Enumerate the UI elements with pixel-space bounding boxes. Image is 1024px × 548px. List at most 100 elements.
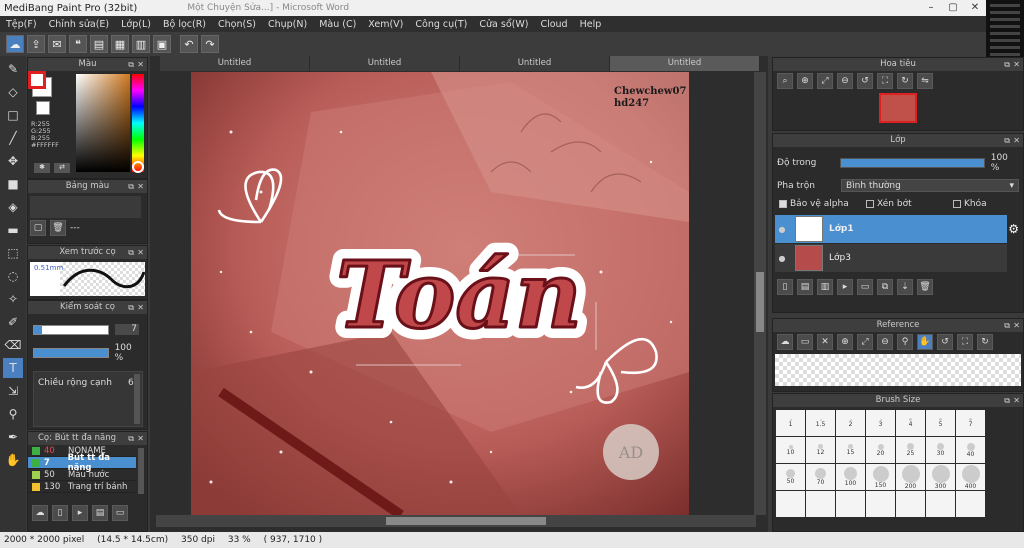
hand-tool-icon[interactable]: ✋	[3, 450, 23, 470]
brush-size-cell[interactable]: 300	[926, 464, 955, 490]
tab-untitled-4[interactable]: Untitled	[610, 56, 760, 71]
float-icon[interactable]: ⧉	[128, 432, 134, 445]
fit-icon[interactable]: ⤢	[857, 334, 873, 350]
horizontal-scroll-thumb[interactable]	[386, 517, 546, 525]
folder-icon[interactable]: ▭	[112, 505, 128, 521]
saturation-value-picker[interactable]	[76, 74, 130, 172]
float-icon[interactable]: ⧉	[128, 58, 134, 71]
menu-snap[interactable]: Chụp(N)	[262, 19, 313, 30]
tab-untitled-3[interactable]: Untitled	[460, 56, 610, 71]
speech-icon[interactable]: ❝	[69, 35, 87, 53]
brush-size-cell[interactable]: 12	[806, 437, 835, 463]
brush-size-cell[interactable]	[806, 491, 835, 517]
panel-icon[interactable]: ▦	[111, 35, 129, 53]
brush-list-scrollbar[interactable]	[138, 448, 144, 494]
rotate-right-icon[interactable]: ↻	[897, 73, 913, 89]
chat-icon[interactable]: ✉	[48, 35, 66, 53]
maximize-icon[interactable]: ▢	[942, 0, 964, 16]
blend-mode-select[interactable]: Bình thường ▾	[841, 179, 1019, 192]
brush-size-cell[interactable]: 5	[926, 410, 955, 436]
menu-layer[interactable]: Lớp(L)	[115, 19, 157, 30]
float-icon[interactable]: ⧉	[128, 301, 134, 314]
visibility-icon[interactable]: ●	[775, 225, 789, 234]
menu-color[interactable]: Màu (C)	[313, 19, 362, 30]
canvas[interactable]: AD Toán Toán Chewchew07 hd247	[191, 72, 689, 515]
brush-size-cell[interactable]	[896, 491, 925, 517]
navigator-thumbnail[interactable]	[879, 93, 917, 123]
brush-size-cell[interactable]: 400	[956, 464, 985, 490]
rect-tool-icon[interactable]: □	[3, 105, 23, 125]
tab-untitled-2[interactable]: Untitled	[310, 56, 460, 71]
brush-size-value[interactable]: 7	[115, 324, 139, 335]
cloud-icon[interactable]: ☁	[6, 35, 24, 53]
menu-view[interactable]: Xem(V)	[362, 19, 409, 30]
magic-wand-icon[interactable]: ✧	[3, 289, 23, 309]
select-rect-icon[interactable]: ⬚	[3, 243, 23, 263]
close-icon[interactable]: ✕	[1013, 58, 1020, 71]
undo-icon[interactable]: ↶	[180, 35, 198, 53]
brush-size-cell[interactable]: 10	[776, 437, 805, 463]
upload-icon[interactable]: ⇪	[27, 35, 45, 53]
menu-select[interactable]: Chọn(S)	[212, 19, 262, 30]
brush-size-cell[interactable]: 150	[866, 464, 895, 490]
zoom-in-icon[interactable]: ⊕	[837, 334, 853, 350]
page-icon[interactable]: ▤	[90, 35, 108, 53]
brush-size-cell[interactable]	[776, 491, 805, 517]
visibility-icon[interactable]: ●	[775, 254, 789, 263]
duplicate-layer-icon[interactable]: ⧉	[877, 279, 893, 295]
add-layer-menu-icon[interactable]: ▸	[837, 279, 853, 295]
menu-cloud[interactable]: Cloud	[534, 19, 573, 30]
brush-size-cell[interactable]: 1.5	[806, 410, 835, 436]
brush-size-cell[interactable]	[866, 491, 895, 517]
eyedropper-icon[interactable]: ⚲	[3, 404, 23, 424]
brush-size-cell[interactable]	[836, 491, 865, 517]
brush-item[interactable]: 130 Trang trí bánh	[28, 481, 136, 493]
trash-icon[interactable]: 🗑	[50, 220, 66, 236]
cloud-brush-icon[interactable]: ☁	[32, 505, 48, 521]
close-icon[interactable]: ✕	[137, 301, 144, 314]
brush-size-cell[interactable]: 20	[866, 437, 895, 463]
horizontal-scrollbar[interactable]	[156, 515, 756, 527]
zoom-out-icon[interactable]: ⊖	[877, 334, 893, 350]
rotate-left-icon[interactable]: ↺	[937, 334, 953, 350]
grid-icon[interactable]: ▥	[132, 35, 150, 53]
gear-icon[interactable]: ⚙	[1008, 222, 1019, 236]
new-halftone-layer-icon[interactable]: ▤	[797, 279, 813, 295]
new-8bit-layer-icon[interactable]: ▥	[817, 279, 833, 295]
palette-menu-icon[interactable]: ▢	[30, 220, 46, 236]
brush-size-cell[interactable]: 50	[776, 464, 805, 490]
zoom-in-icon[interactable]: ⊕	[797, 73, 813, 89]
rotate-left-icon[interactable]: ↺	[857, 73, 873, 89]
line-tool-icon[interactable]: ╱	[3, 128, 23, 148]
tiles-icon[interactable]: ▣	[153, 35, 171, 53]
close-icon[interactable]: ✕	[1013, 319, 1020, 332]
cloud-ref-icon[interactable]: ☁	[777, 334, 793, 350]
menu-window[interactable]: Cửa sổ(W)	[473, 19, 534, 30]
close-icon[interactable]: ✕	[1013, 394, 1020, 407]
layer-row[interactable]: ● Lớp3	[775, 244, 1007, 273]
add-brush-icon[interactable]: ▸	[72, 505, 88, 521]
close-icon[interactable]: ✕	[137, 58, 144, 71]
move-tool-icon[interactable]: ✥	[3, 151, 23, 171]
hand-icon[interactable]: ✋	[917, 334, 933, 350]
brush-size-cell[interactable]: 30	[926, 437, 955, 463]
vertical-scrollbar[interactable]	[754, 72, 766, 515]
brush-size-cell[interactable]: 2	[836, 410, 865, 436]
protect-alpha-checkbox[interactable]	[779, 200, 787, 208]
rotate-right-icon[interactable]: ↻	[977, 334, 993, 350]
eyedropper-icon[interactable]: ⚲	[897, 334, 913, 350]
lasso-icon[interactable]: ◌	[3, 266, 23, 286]
brush-size-cell[interactable]: 100	[836, 464, 865, 490]
flip-icon[interactable]: ⇋	[917, 73, 933, 89]
tab-untitled-1[interactable]: Untitled	[160, 56, 310, 71]
reset-view-icon[interactable]: ⛶	[877, 73, 893, 89]
vertical-scroll-thumb[interactable]	[756, 272, 764, 332]
brush-size-cell[interactable]: 7	[956, 410, 985, 436]
trash-icon[interactable]: 🗑	[917, 279, 933, 295]
brush-size-cell[interactable]: 15	[836, 437, 865, 463]
pen-tool-icon[interactable]: ✒	[3, 427, 23, 447]
menu-help[interactable]: Help	[574, 19, 608, 30]
brush-size-cell[interactable]: 4	[896, 410, 925, 436]
brush-opacity-slider[interactable]	[33, 348, 109, 358]
float-icon[interactable]: ⧉	[1004, 58, 1010, 71]
